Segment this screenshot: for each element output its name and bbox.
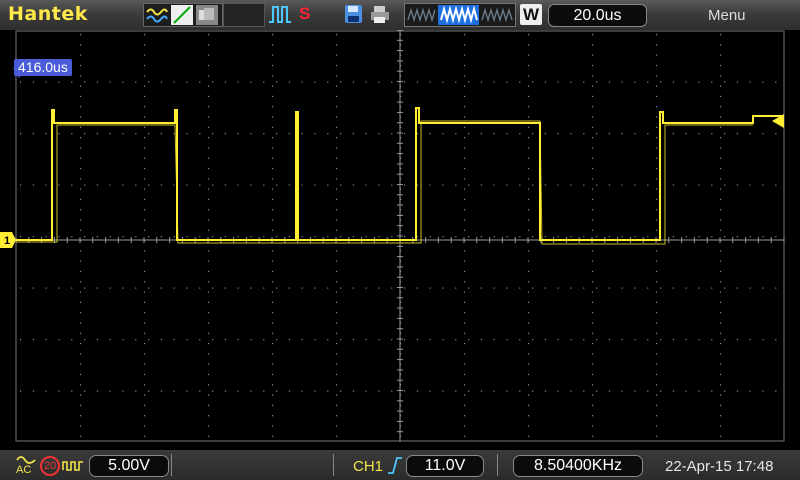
bandwidth-limit-badge[interactable]: 20 bbox=[40, 456, 60, 476]
ch1-waveform: 1 bbox=[0, 68, 784, 248]
rising-edge-icon[interactable] bbox=[387, 456, 403, 479]
divider bbox=[333, 454, 334, 476]
window-mode-button[interactable]: W bbox=[520, 4, 542, 25]
line-mode-icon[interactable] bbox=[171, 5, 193, 25]
ch1-marker-label: 1 bbox=[4, 235, 10, 247]
timebase-readout[interactable]: 20.0us bbox=[548, 4, 647, 27]
brand-logo: Hantek bbox=[8, 3, 88, 25]
trigger-offset-badge[interactable]: 416.0us bbox=[14, 59, 72, 76]
trigger-source-label[interactable]: CH1 bbox=[353, 458, 383, 475]
display-mode-group bbox=[143, 3, 223, 27]
top-toolbar: Hantek S W 20.0us Menu bbox=[0, 0, 800, 30]
ch1-trace-fuzz bbox=[16, 120, 753, 245]
save-icon[interactable] bbox=[343, 4, 365, 24]
memory-position-bar[interactable] bbox=[404, 3, 516, 27]
empty-slot bbox=[223, 3, 265, 27]
waveform-mode-icon[interactable] bbox=[146, 5, 168, 25]
probe-icon bbox=[62, 458, 84, 476]
ch1-trace-line bbox=[16, 107, 783, 241]
ch1-volts-per-div[interactable]: 5.00V bbox=[89, 455, 169, 477]
date-time: 22-Apr-15 17:48 bbox=[665, 458, 774, 475]
scope-screen[interactable]: 1 416.0us bbox=[0, 30, 800, 450]
coupling-label: AC bbox=[16, 464, 32, 476]
persist-mode-icon[interactable] bbox=[196, 5, 218, 25]
ac-coupling-icon[interactable]: AC bbox=[16, 453, 36, 477]
divider bbox=[497, 454, 498, 476]
pulse-trigger-icon[interactable] bbox=[268, 4, 291, 24]
trigger-level-readout[interactable]: 11.0V bbox=[406, 455, 484, 477]
memory-position-graphic bbox=[407, 5, 513, 25]
status-bar: AC 20 5.00V CH1 11.0V 8.50400KHz 22-Apr-… bbox=[0, 450, 800, 480]
frequency-readout: 8.50400KHz bbox=[513, 455, 643, 477]
ch1-ground-marker[interactable]: 1 bbox=[0, 232, 16, 248]
menu-button[interactable]: Menu bbox=[708, 7, 746, 24]
print-icon[interactable] bbox=[369, 4, 391, 24]
divider bbox=[171, 454, 172, 476]
stop-indicator[interactable]: S bbox=[299, 4, 310, 24]
